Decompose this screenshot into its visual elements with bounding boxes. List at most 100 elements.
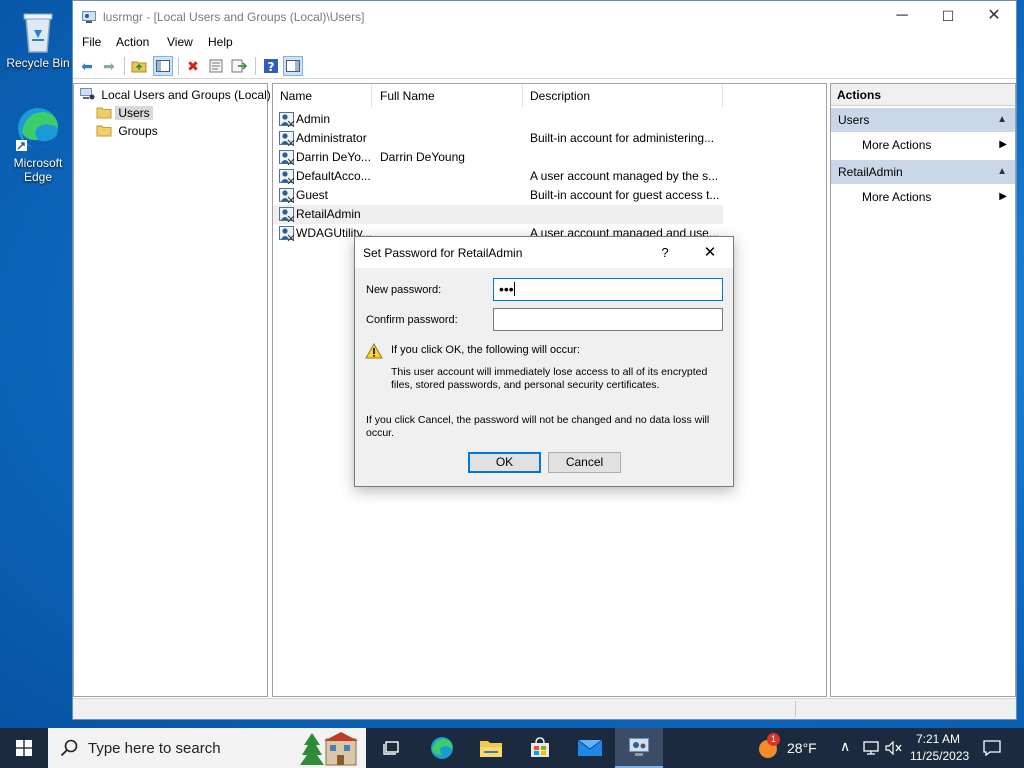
- user-description: Built-in account for administering...: [530, 131, 715, 145]
- menu-file[interactable]: File: [82, 35, 101, 49]
- delete-icon[interactable]: ✖: [183, 56, 203, 76]
- taskbar-file-explorer[interactable]: [467, 728, 515, 768]
- taskbar-lusrmgr[interactable]: [615, 728, 663, 768]
- actions-header: Actions: [831, 84, 1015, 106]
- store-icon: [531, 737, 549, 757]
- weather-notification-badge: 1: [767, 733, 780, 746]
- retailadmin-more-actions-label: More Actions: [862, 190, 932, 204]
- actions-pane: Actions Users ▲ More Actions ▶ RetailAdm…: [830, 83, 1016, 697]
- taskbar-edge[interactable]: [418, 728, 466, 768]
- retailadmin-more-actions[interactable]: More Actions ▶: [831, 184, 1015, 210]
- warning-text-line1: This user account will immediately lose …: [391, 366, 708, 378]
- console-tree: Local Users and Groups (Local) Users Gro…: [73, 83, 271, 697]
- users-more-actions-label: More Actions: [862, 138, 932, 152]
- export-list-icon[interactable]: [229, 56, 249, 76]
- table-row[interactable]: Administrator Built-in account for admini…: [273, 129, 723, 148]
- dialog-help-button[interactable]: ?: [652, 241, 678, 265]
- search-icon: [60, 739, 78, 757]
- table-row[interactable]: DefaultAcco... A user account managed by …: [273, 167, 723, 186]
- table-row[interactable]: Darrin DeYo... Darrin DeYoung: [273, 148, 723, 167]
- taskbar-store[interactable]: [516, 728, 564, 768]
- network-icon[interactable]: [863, 741, 879, 755]
- forward-arrow-icon[interactable]: ➡: [99, 56, 119, 76]
- notifications-icon[interactable]: [983, 740, 1001, 756]
- user-name: RetailAdmin: [296, 207, 361, 221]
- task-view-button[interactable]: [368, 728, 416, 768]
- status-bar: [73, 698, 1016, 719]
- ok-button[interactable]: OK: [468, 452, 541, 473]
- collapse-up-icon[interactable]: ▲: [997, 160, 1007, 184]
- show-hide-action-pane-icon[interactable]: [283, 56, 303, 76]
- set-password-dialog: Set Password for RetailAdmin ? ✕ New pas…: [354, 236, 734, 487]
- users-more-actions[interactable]: More Actions ▶: [831, 132, 1015, 158]
- folder-icon: [96, 107, 112, 119]
- table-row[interactable]: Guest Built-in account for guest access t…: [273, 186, 723, 205]
- user-name: Administrator: [296, 131, 367, 145]
- collapse-up-icon[interactable]: ▲: [997, 108, 1007, 132]
- user-description: Built-in account for guest access t...: [530, 188, 720, 202]
- cancel-button[interactable]: Cancel: [548, 452, 621, 473]
- column-header-name[interactable]: Name: [273, 84, 372, 108]
- user-name: Guest: [296, 188, 329, 202]
- clock-date[interactable]: 11/25/2023: [910, 749, 969, 763]
- edge-shortcut[interactable]: Microsoft Edge: [3, 104, 73, 184]
- minimize-button[interactable]: ─: [879, 1, 925, 32]
- column-header-full-name[interactable]: Full Name: [373, 84, 523, 108]
- menu-help[interactable]: Help: [208, 35, 233, 49]
- show-hidden-icons-icon[interactable]: ∧: [840, 738, 850, 755]
- confirm-password-field[interactable]: [493, 308, 723, 331]
- table-row[interactable]: Admin: [273, 110, 723, 129]
- recycle-bin-icon: [23, 13, 53, 53]
- maximize-button[interactable]: ☐: [925, 1, 971, 32]
- column-header-description[interactable]: Description: [523, 84, 723, 108]
- close-button[interactable]: ✕: [971, 1, 1017, 32]
- recycle-bin-shortcut[interactable]: Recycle Bin: [3, 8, 73, 70]
- new-password-label: New password:: [366, 284, 442, 296]
- back-arrow-icon[interactable]: ⬅: [77, 56, 97, 76]
- tree-item-users[interactable]: Users: [96, 104, 153, 122]
- tree-item-groups[interactable]: Groups: [96, 122, 161, 140]
- svg-text:?: ?: [268, 60, 275, 74]
- user-icon: [279, 150, 295, 165]
- start-button[interactable]: [0, 728, 48, 768]
- actions-group-retailadmin-label: RetailAdmin: [838, 165, 903, 179]
- actions-group-users[interactable]: Users ▲: [831, 108, 1015, 132]
- search-placeholder: Type here to search: [88, 740, 221, 757]
- tree-root-label: Local Users and Groups (Local): [101, 88, 271, 102]
- title-bar[interactable]: lusrmgr - [Local Users and Groups (Local…: [73, 1, 1016, 32]
- volume-muted-icon[interactable]: [885, 741, 903, 755]
- properties-icon[interactable]: [206, 56, 226, 76]
- menu-action[interactable]: Action: [116, 35, 149, 49]
- user-name: Darrin DeYo...: [296, 150, 371, 164]
- tree-item-users-label: Users: [115, 106, 153, 120]
- user-icon: [279, 226, 295, 241]
- weather-temperature[interactable]: 28°F: [787, 740, 817, 756]
- text-caret: [513, 282, 515, 296]
- taskbar-mail[interactable]: [566, 728, 614, 768]
- tree-root[interactable]: Local Users and Groups (Local): [79, 86, 274, 104]
- toolbar-separator: [255, 57, 256, 75]
- actions-group-retailadmin[interactable]: RetailAdmin ▲: [831, 160, 1015, 184]
- clock-time[interactable]: 7:21 AM: [916, 732, 960, 746]
- cancel-info-line1: If you click Cancel, the password will n…: [366, 414, 710, 426]
- show-hide-tree-icon[interactable]: [153, 56, 173, 76]
- dialog-close-button[interactable]: ✕: [697, 241, 723, 265]
- new-password-field[interactable]: •••: [493, 278, 723, 301]
- computer-users-icon: [80, 88, 95, 100]
- up-folder-icon[interactable]: [129, 56, 149, 76]
- user-icon: [279, 112, 295, 127]
- user-description: A user account managed by the s...: [530, 169, 719, 183]
- warning-text-line2: files, stored passwords, and personal se…: [391, 379, 660, 391]
- table-row[interactable]: RetailAdmin: [273, 205, 723, 224]
- new-password-value: •••: [499, 281, 514, 297]
- mail-icon: [577, 739, 603, 756]
- help-icon[interactable]: ?: [261, 56, 281, 76]
- menu-view[interactable]: View: [167, 35, 193, 49]
- warning-icon: [365, 343, 383, 359]
- status-divider: [795, 701, 796, 717]
- dialog-title-bar[interactable]: Set Password for RetailAdmin ? ✕: [355, 237, 733, 268]
- warning-heading: If you click OK, the following will occu…: [391, 344, 580, 356]
- toolbar: ⬅ ➡ ✖ ?: [73, 53, 1016, 79]
- confirm-password-label: Confirm password:: [366, 314, 458, 326]
- taskbar-search-box[interactable]: Type here to search: [48, 728, 366, 768]
